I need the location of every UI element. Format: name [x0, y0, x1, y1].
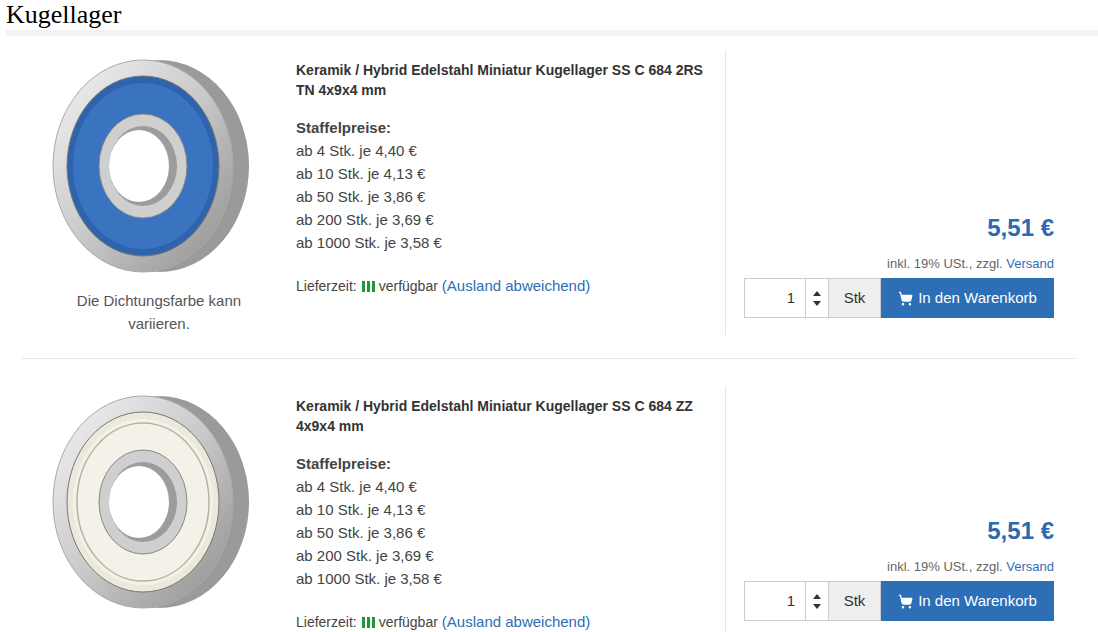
- up-arrow-icon[interactable]: [813, 291, 821, 296]
- add-to-cart-button[interactable]: In den Warenkorb: [881, 581, 1054, 621]
- down-arrow-icon[interactable]: [813, 604, 821, 609]
- down-arrow-icon[interactable]: [813, 301, 821, 306]
- cart-controls: 1 StkIn den Warenkorb: [744, 581, 1054, 621]
- price: 5,51 €: [987, 516, 1054, 546]
- price-tier: ab 1000 Stk. je 3,58 €: [296, 231, 725, 254]
- price: 5,51 €: [987, 213, 1054, 243]
- product-image[interactable]: [51, 391, 251, 613]
- up-arrow-icon[interactable]: [813, 594, 821, 599]
- quantity-input[interactable]: 1: [744, 278, 806, 318]
- price-tier: ab 4 Stk. je 4,40 €: [296, 475, 725, 498]
- abroad-link[interactable]: (Ausland abweichend): [442, 276, 590, 296]
- tiers-label: Staffelpreise:: [296, 116, 725, 139]
- image-caption: Die Dichtungsfarbe kann variieren.: [59, 289, 259, 335]
- product-image[interactable]: [51, 55, 251, 277]
- cart-controls: 1 StkIn den Warenkorb: [744, 278, 1054, 318]
- page: Kugellager Die Dichtungsfarbe kann variie…: [0, 0, 1098, 632]
- price-tier: ab 10 Stk. je 4,13 €: [296, 498, 725, 521]
- product-info: Keramik / Hybrid Edelstahl Miniatur Kuge…: [296, 50, 726, 335]
- stock-icon: [362, 281, 375, 292]
- delivery-info: Lieferzeit:verfügbar(Ausland abweichend): [296, 276, 725, 296]
- abroad-link[interactable]: (Ausland abweichend): [442, 612, 590, 632]
- header-bar: [6, 30, 1098, 36]
- shipping-link[interactable]: Versand: [1006, 559, 1054, 574]
- price-tier: ab 200 Stk. je 3,69 €: [296, 544, 725, 567]
- tax-note: inkl. 19% USt., zzgl. Versand: [887, 255, 1054, 273]
- product-list: Die Dichtungsfarbe kann variieren. Kerami…: [0, 36, 1098, 632]
- availability: verfügbar: [379, 612, 438, 632]
- bearing-icon: [51, 391, 251, 613]
- product-title[interactable]: Keramik / Hybrid Edelstahl Miniatur Kuge…: [296, 396, 706, 436]
- stock-icon: [362, 617, 375, 628]
- price-tier: ab 200 Stk. je 3,69 €: [296, 208, 725, 231]
- cart-icon: [898, 291, 913, 306]
- price-tier: ab 4 Stk. je 4,40 €: [296, 139, 725, 162]
- product-separator: [22, 358, 1076, 359]
- purchase-column: 5,51 € inkl. 19% USt., zzgl. Versand 1 StkI…: [726, 50, 1076, 335]
- product-title[interactable]: Keramik / Hybrid Edelstahl Miniatur Kuge…: [296, 60, 706, 100]
- price-tier: ab 1000 Stk. je 3,58 €: [296, 567, 725, 590]
- purchase-column: 5,51 € inkl. 19% USt., zzgl. Versand 1 StkI…: [726, 386, 1076, 632]
- unit-label: Stk: [828, 581, 881, 621]
- cart-icon: [898, 594, 913, 609]
- product-card: Die Dichtungsfarbe kann variieren. Kerami…: [22, 50, 1076, 335]
- delivery-info: Lieferzeit:verfügbar(Ausland abweichend): [296, 612, 725, 632]
- shipping-link[interactable]: Versand: [1006, 256, 1054, 271]
- price-tier: ab 50 Stk. je 3,86 €: [296, 521, 725, 544]
- tax-note: inkl. 19% USt., zzgl. Versand: [887, 558, 1054, 576]
- add-to-cart-button[interactable]: In den Warenkorb: [881, 278, 1054, 318]
- quantity-spinner[interactable]: [806, 581, 828, 621]
- page-heading: Kugellager: [0, 0, 1098, 30]
- product-info: Keramik / Hybrid Edelstahl Miniatur Kuge…: [296, 386, 726, 632]
- price-tier: ab 50 Stk. je 3,86 €: [296, 185, 725, 208]
- product-image-column: Die Dichtungsfarbe kann variieren.: [22, 50, 296, 335]
- tiers-label: Staffelpreise:: [296, 452, 725, 475]
- bearing-icon: [51, 55, 251, 277]
- product-image-column: [22, 386, 296, 632]
- product-card: Keramik / Hybrid Edelstahl Miniatur Kuge…: [22, 386, 1076, 632]
- price-tier: ab 10 Stk. je 4,13 €: [296, 162, 725, 185]
- quantity-spinner[interactable]: [806, 278, 828, 318]
- quantity-input[interactable]: 1: [744, 581, 806, 621]
- availability: verfügbar: [379, 276, 438, 296]
- unit-label: Stk: [828, 278, 881, 318]
